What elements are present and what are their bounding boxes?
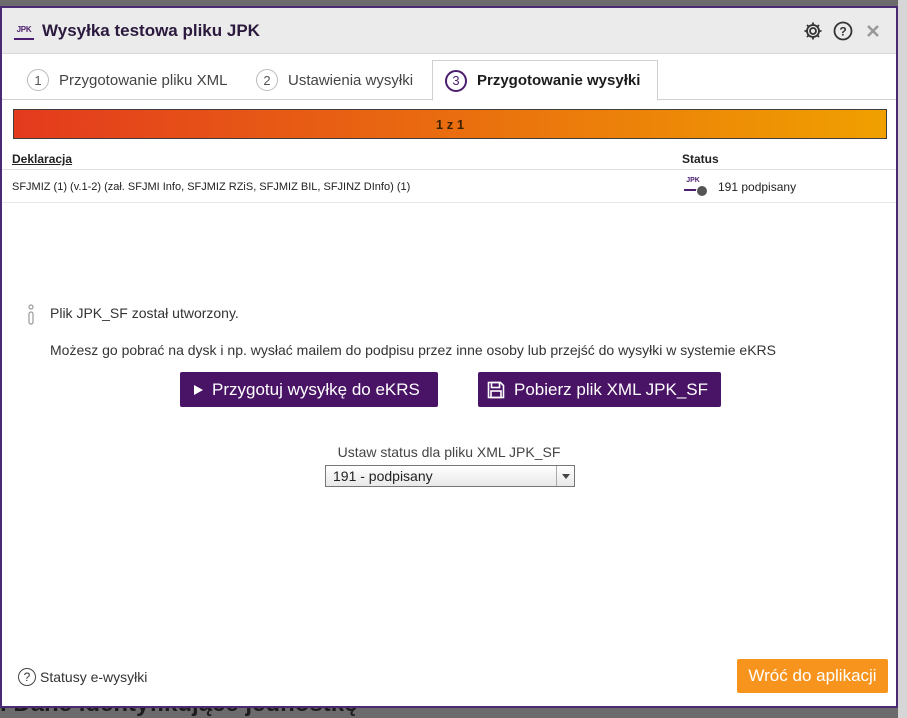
send-statuses-link[interactable]: ? Statusy e-wysyłki xyxy=(18,668,147,686)
tab-send-settings[interactable]: 2 Ustawienia wysyłki xyxy=(256,60,413,100)
declarations-table-header: Deklaracja Status xyxy=(2,150,896,170)
send-statuses-label: Statusy e-wysyłki xyxy=(40,669,148,685)
tab-number: 2 xyxy=(256,69,278,91)
gear-icon[interactable] xyxy=(802,20,824,42)
tab-label: Przygotowanie wysyłki xyxy=(477,72,641,89)
status-select-value: 191 - podpisany xyxy=(333,468,433,484)
progress-bar: 1 z 1 xyxy=(13,109,887,139)
download-xml-button[interactable]: Pobierz plik XML JPK_SF xyxy=(478,372,721,407)
table-row: SFJMIZ (1) (v.1-2) (zał. SFJMI Info, SFJ… xyxy=(2,171,896,203)
prepare-ekrs-button[interactable]: Przygotuj wysyłkę do eKRS xyxy=(180,372,438,407)
back-to-app-button[interactable]: Wróć do aplikacji xyxy=(737,659,888,693)
column-header-status: Status xyxy=(682,152,719,166)
chevron-down-icon xyxy=(556,466,574,486)
help-circle-icon: ? xyxy=(18,668,36,686)
svg-text:?: ? xyxy=(839,24,846,38)
tab-number: 1 xyxy=(27,69,49,91)
save-icon xyxy=(486,380,506,400)
status-text: 191 podpisany xyxy=(718,180,797,194)
info-icon xyxy=(26,304,36,326)
tab-number: 3 xyxy=(445,69,467,92)
help-icon[interactable]: ? xyxy=(832,20,854,42)
tab-xml-preparation[interactable]: 1 Przygotowanie pliku XML xyxy=(27,60,227,100)
prepare-ekrs-label: Przygotuj wysyłkę do eKRS xyxy=(212,379,420,399)
close-icon[interactable] xyxy=(862,20,884,42)
signed-status-icon: JPK xyxy=(684,177,708,197)
jpk-logo-icon: JPK xyxy=(14,22,34,40)
info-message-instructions: Możesz go pobrać na dysk i np. wysłać ma… xyxy=(50,342,776,358)
column-header-declaration[interactable]: Deklaracja xyxy=(12,152,72,166)
wizard-tabs: 1 Przygotowanie pliku XML 2 Ustawienia w… xyxy=(2,60,896,101)
status-select[interactable]: 191 - podpisany xyxy=(325,465,575,487)
play-icon xyxy=(192,384,204,396)
download-xml-label: Pobierz plik XML JPK_SF xyxy=(514,379,708,399)
dialog-titlebar: JPK Wysyłka testowa pliku JPK ? xyxy=(2,8,896,54)
tab-send-preparation[interactable]: 3 Przygotowanie wysyłki xyxy=(432,60,658,101)
tab-label: Ustawienia wysyłki xyxy=(288,71,414,89)
declaration-cell: SFJMIZ (1) (v.1-2) (zał. SFJMI Info, SFJ… xyxy=(12,181,411,193)
tab-label: Przygotowanie pliku XML xyxy=(59,71,228,89)
info-message-created: Plik JPK_SF został utworzony. xyxy=(50,305,239,321)
progress-label: 1 z 1 xyxy=(435,116,465,132)
status-select-label: Ustaw status dla pliku XML JPK_SF xyxy=(337,444,561,460)
send-dialog: JPK Wysyłka testowa pliku JPK ? 1 Przygo… xyxy=(0,6,898,708)
dialog-title: Wysyłka testowa pliku JPK xyxy=(42,20,260,40)
background-edge xyxy=(898,0,907,718)
status-cell: JPK 191 podpisany xyxy=(684,177,796,197)
